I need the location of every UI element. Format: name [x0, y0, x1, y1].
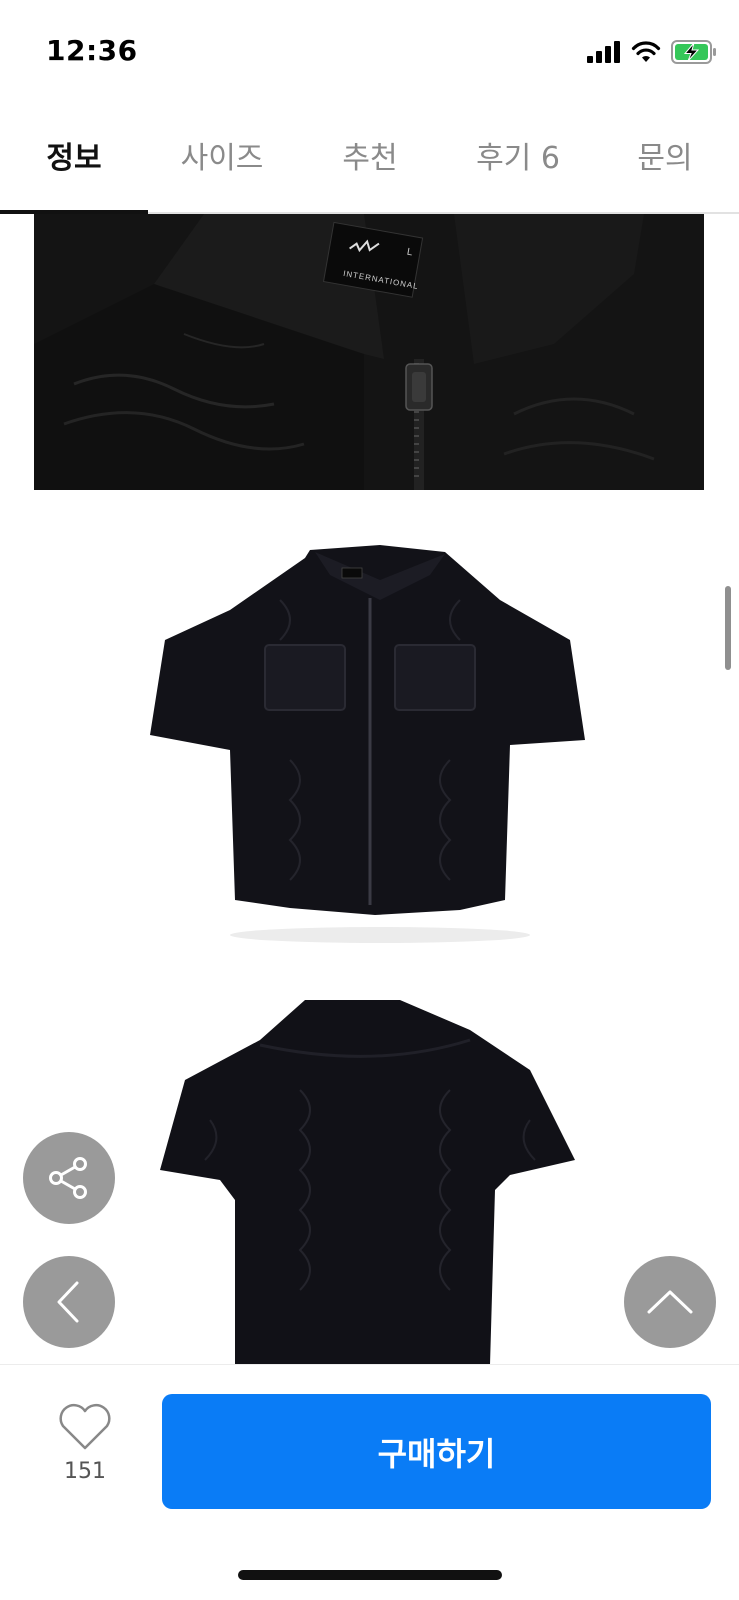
bottom-action-bar: 151 구매하기: [0, 1364, 739, 1600]
product-image-collar-closeup: INTERNATIONAL L: [34, 214, 704, 490]
scroll-to-top-button[interactable]: [624, 1256, 716, 1348]
back-button[interactable]: [23, 1256, 115, 1348]
home-indicator[interactable]: [238, 1570, 502, 1580]
status-time: 12:36: [46, 34, 138, 67]
heart-icon: [59, 1403, 111, 1450]
product-tab-bar: 정보 사이즈 추천 후기 6 문의: [0, 100, 739, 214]
like-button[interactable]: 151: [40, 1403, 130, 1484]
tab-reviews[interactable]: 후기 6: [444, 130, 592, 180]
status-bar: 12:36: [0, 0, 739, 100]
chevron-up-icon: [647, 1290, 693, 1314]
product-image-back: [150, 1000, 600, 1365]
cellular-signal-icon: [587, 41, 620, 63]
wifi-icon: [631, 41, 661, 62]
tab-info[interactable]: 정보: [0, 130, 148, 180]
status-icons: [587, 40, 717, 64]
buy-button[interactable]: 구매하기: [162, 1394, 711, 1509]
share-button[interactable]: [23, 1132, 115, 1224]
share-icon: [49, 1157, 87, 1199]
battery-charging-icon: [671, 40, 716, 64]
like-count: 151: [64, 1459, 106, 1484]
tab-size[interactable]: 사이즈: [148, 130, 296, 180]
tab-inquiry[interactable]: 문의: [591, 130, 739, 180]
scroll-indicator[interactable]: [725, 586, 731, 670]
product-image-front: [130, 540, 610, 950]
chevron-left-icon: [57, 1281, 79, 1323]
tab-recommend[interactable]: 추천: [296, 130, 444, 180]
